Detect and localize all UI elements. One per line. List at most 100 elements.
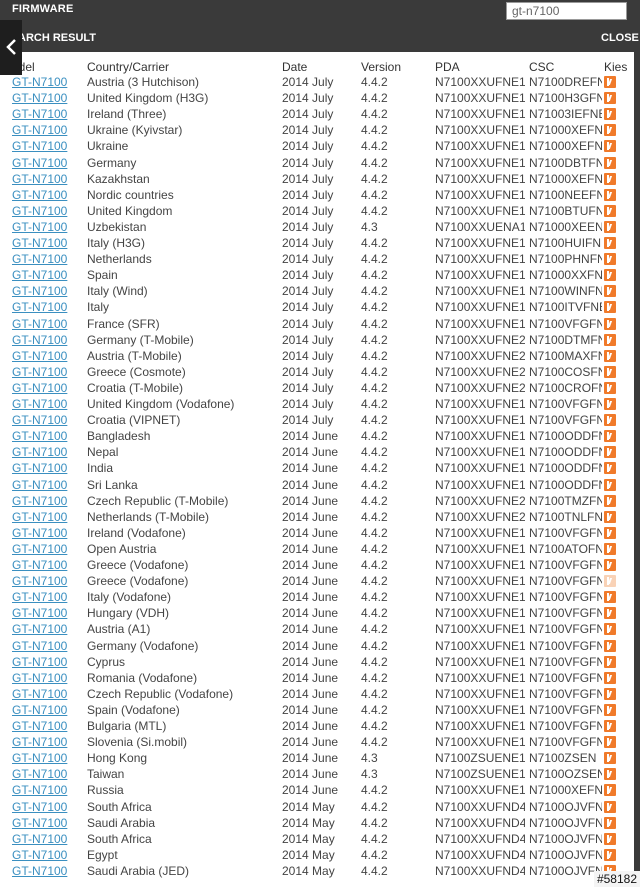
kies-icon[interactable] <box>604 140 616 152</box>
model-link[interactable]: GT-N7100 <box>12 526 80 540</box>
kies-icon[interactable] <box>604 446 616 458</box>
model-link[interactable]: GT-N7100 <box>12 75 80 89</box>
kies-icon[interactable] <box>604 237 616 249</box>
kies-icon[interactable] <box>604 672 616 684</box>
model-link[interactable]: GT-N7100 <box>12 558 80 572</box>
kies-icon[interactable] <box>604 479 616 491</box>
kies-icon[interactable] <box>604 269 616 281</box>
search-input[interactable] <box>506 2 627 20</box>
model-link[interactable]: GT-N7100 <box>12 655 80 669</box>
model-link[interactable]: GT-N7100 <box>12 542 80 556</box>
model-link[interactable]: GT-N7100 <box>12 107 80 121</box>
model-link[interactable]: GT-N7100 <box>12 606 80 620</box>
model-link[interactable]: GT-N7100 <box>12 172 80 186</box>
kies-icon[interactable] <box>604 768 616 780</box>
back-tab[interactable] <box>0 20 22 75</box>
model-link[interactable]: GT-N7100 <box>12 735 80 749</box>
kies-icon[interactable] <box>604 688 616 700</box>
model-link[interactable]: GT-N7100 <box>12 510 80 524</box>
model-link[interactable]: GT-N7100 <box>12 413 80 427</box>
kies-icon[interactable] <box>604 430 616 442</box>
kies-icon[interactable] <box>604 817 616 829</box>
kies-icon[interactable] <box>604 301 616 313</box>
model-link[interactable]: GT-N7100 <box>12 300 80 314</box>
model-link[interactable]: GT-N7100 <box>12 767 80 781</box>
kies-icon[interactable] <box>604 205 616 217</box>
model-link[interactable]: GT-N7100 <box>12 429 80 443</box>
model-link[interactable]: GT-N7100 <box>12 864 80 878</box>
kies-icon[interactable] <box>604 334 616 346</box>
kies-icon[interactable] <box>604 382 616 394</box>
model-link[interactable]: GT-N7100 <box>12 317 80 331</box>
model-link[interactable]: GT-N7100 <box>12 188 80 202</box>
model-link[interactable]: GT-N7100 <box>12 220 80 234</box>
model-link[interactable]: GT-N7100 <box>12 397 80 411</box>
model-link[interactable]: GT-N7100 <box>12 719 80 733</box>
model-link[interactable]: GT-N7100 <box>12 349 80 363</box>
kies-icon[interactable] <box>604 285 616 297</box>
model-link[interactable]: GT-N7100 <box>12 461 80 475</box>
kies-icon[interactable] <box>604 221 616 233</box>
model-link[interactable]: GT-N7100 <box>12 156 80 170</box>
kies-icon[interactable] <box>604 511 616 523</box>
model-link[interactable]: GT-N7100 <box>12 751 80 765</box>
kies-icon[interactable] <box>604 801 616 813</box>
kies-icon[interactable] <box>604 640 616 652</box>
kies-icon[interactable] <box>604 784 616 796</box>
model-link[interactable]: GT-N7100 <box>12 622 80 636</box>
kies-icon[interactable] <box>604 157 616 169</box>
kies-icon[interactable] <box>604 173 616 185</box>
model-link[interactable]: GT-N7100 <box>12 832 80 846</box>
model-link[interactable]: GT-N7100 <box>12 91 80 105</box>
kies-icon[interactable] <box>604 591 616 603</box>
kies-icon[interactable] <box>604 623 616 635</box>
model-link[interactable]: GT-N7100 <box>12 783 80 797</box>
model-link[interactable]: GT-N7100 <box>12 123 80 137</box>
model-link[interactable]: GT-N7100 <box>12 590 80 604</box>
kies-icon[interactable] <box>604 559 616 571</box>
model-link[interactable]: GT-N7100 <box>12 478 80 492</box>
model-link[interactable]: GT-N7100 <box>12 848 80 862</box>
kies-icon[interactable] <box>604 607 616 619</box>
kies-icon[interactable] <box>604 736 616 748</box>
kies-icon[interactable] <box>604 92 616 104</box>
model-link[interactable]: GT-N7100 <box>12 333 80 347</box>
kies-icon[interactable] <box>604 253 616 265</box>
kies-icon[interactable] <box>604 704 616 716</box>
model-link[interactable]: GT-N7100 <box>12 236 80 250</box>
kies-icon[interactable] <box>604 189 616 201</box>
model-link[interactable]: GT-N7100 <box>12 800 80 814</box>
model-link[interactable]: GT-N7100 <box>12 268 80 282</box>
kies-icon[interactable] <box>604 720 616 732</box>
kies-icon[interactable] <box>604 124 616 136</box>
kies-icon[interactable] <box>604 543 616 555</box>
model-link[interactable]: GT-N7100 <box>12 574 80 588</box>
model-link[interactable]: GT-N7100 <box>12 816 80 830</box>
model-link[interactable]: GT-N7100 <box>12 671 80 685</box>
model-link[interactable]: GT-N7100 <box>12 204 80 218</box>
model-link[interactable]: GT-N7100 <box>12 639 80 653</box>
model-link[interactable]: GT-N7100 <box>12 139 80 153</box>
kies-icon[interactable] <box>604 350 616 362</box>
kies-icon[interactable] <box>604 366 616 378</box>
kies-icon[interactable] <box>604 656 616 668</box>
kies-icon[interactable] <box>604 398 616 410</box>
kies-icon[interactable] <box>604 76 616 88</box>
close-button[interactable]: CLOSE <box>601 32 639 44</box>
kies-icon[interactable] <box>604 495 616 507</box>
model-link[interactable]: GT-N7100 <box>12 687 80 701</box>
kies-icon[interactable] <box>604 108 616 120</box>
model-link[interactable]: GT-N7100 <box>12 284 80 298</box>
model-link[interactable]: GT-N7100 <box>12 494 80 508</box>
model-link[interactable]: GT-N7100 <box>12 365 80 379</box>
kies-icon[interactable] <box>604 849 616 861</box>
model-link[interactable]: GT-N7100 <box>12 445 80 459</box>
kies-icon[interactable] <box>604 575 616 587</box>
model-link[interactable]: GT-N7100 <box>12 703 80 717</box>
kies-icon[interactable] <box>604 833 616 845</box>
kies-icon[interactable] <box>604 462 616 474</box>
kies-icon[interactable] <box>604 414 616 426</box>
model-link[interactable]: GT-N7100 <box>12 252 80 266</box>
kies-icon[interactable] <box>604 527 616 539</box>
model-link[interactable]: GT-N7100 <box>12 381 80 395</box>
